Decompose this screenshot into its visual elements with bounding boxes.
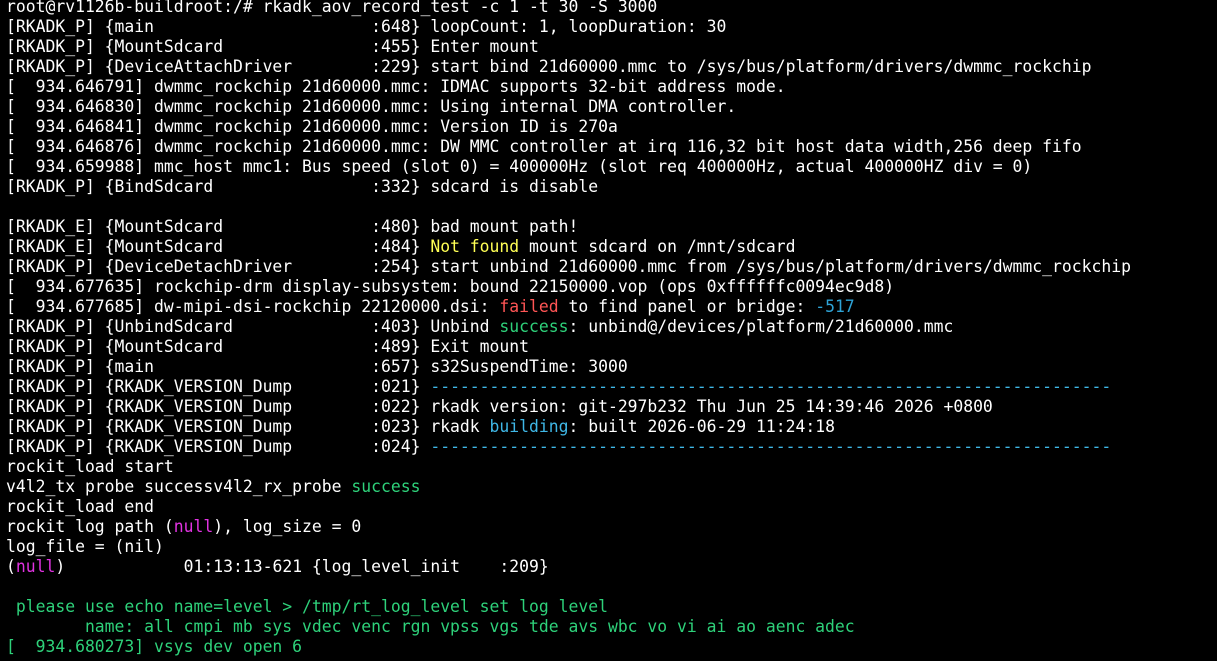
terminal-text-segment: ( <box>6 557 16 576</box>
terminal-text-segment: ----------------------------------------… <box>430 377 1112 396</box>
terminal-line: [ 934.646876] dwmmc_rockchip 21d60000.mm… <box>6 137 1217 157</box>
terminal-text-segment: [ 934.646791] dwmmc_rockchip 21d60000.mm… <box>6 77 786 96</box>
terminal-line: [ 934.659988] mmc_host mmc1: Bus speed (… <box>6 157 1217 177</box>
terminal-text-segment: root@rv1126b-buildroot:/# rkadk_aov_reco… <box>6 0 658 16</box>
terminal-text-segment: success <box>351 477 421 496</box>
terminal-text-segment: [RKADK_P] {RKADK_VERSION_Dump :023} rkad… <box>6 417 490 436</box>
terminal-line: name: all cmpi mb sys vdec venc rgn vpss… <box>6 617 1217 637</box>
terminal-line: rockit_load start <box>6 457 1217 477</box>
terminal-text-segment: [RKADK_E] {MountSdcard :480} bad mount p… <box>6 217 579 236</box>
terminal-text-segment: mount sdcard on /mnt/sdcard <box>519 237 796 256</box>
terminal-line: [ 934.677685] dw-mipi-dsi-rockchip 22120… <box>6 297 1217 317</box>
terminal-line: [RKADK_P] {RKADK_VERSION_Dump :023} rkad… <box>6 417 1217 437</box>
terminal-text-segment: [RKADK_P] {RKADK_VERSION_Dump :021} <box>6 377 431 396</box>
terminal-text-segment: please use echo name=level > /tmp/rt_log… <box>6 597 608 616</box>
terminal-text-segment: [RKADK_P] {RKADK_VERSION_Dump :024} <box>6 437 431 456</box>
terminal-line: [RKADK_E] {MountSdcard :480} bad mount p… <box>6 217 1217 237</box>
terminal-text-segment: v4l2_tx probe successv4l2_rx_probe <box>6 477 352 496</box>
terminal-text-segment: [ 934.680273] vsys dev open 6 <box>6 637 303 656</box>
terminal-line: log_file = (nil) <box>6 537 1217 557</box>
terminal-text-segment: ) 01:13:13-621 {log_level_init :209} <box>55 557 549 576</box>
terminal-text-segment: [ 934.646841] dwmmc_rockchip 21d60000.mm… <box>6 117 618 136</box>
terminal-text-segment: name: all cmpi mb sys vdec venc rgn vpss… <box>6 617 855 636</box>
terminal-text-segment: [ 934.646876] dwmmc_rockchip 21d60000.mm… <box>6 137 1082 156</box>
terminal-line: rockit log path (null), log_size = 0 <box>6 517 1217 537</box>
terminal-text-segment: [RKADK_E] {MountSdcard :484} <box>6 237 431 256</box>
terminal-text-segment: rockit log path ( <box>6 517 174 536</box>
terminal-text-segment: log_file = (nil) <box>6 537 164 556</box>
terminal-text-segment: null <box>15 557 56 576</box>
terminal-text-segment: [ 934.646830] dwmmc_rockchip 21d60000.mm… <box>6 97 737 116</box>
terminal-line: rockit_load end <box>6 497 1217 517</box>
terminal-line: root@rv1126b-buildroot:/# rkadk_aov_reco… <box>6 0 1217 17</box>
terminal-text-segment: [RKADK_P] {DeviceAttachDriver :229} star… <box>6 57 1092 76</box>
terminal-line: [RKADK_P] {RKADK_VERSION_Dump :024} ----… <box>6 437 1217 457</box>
terminal-text-segment: ), log_size = 0 <box>213 517 362 536</box>
terminal-text-segment: -517 <box>815 297 855 316</box>
terminal-text-segment: [RKADK_P] {UnbindSdcard :403} Unbind <box>6 317 500 336</box>
terminal-text-segment: [RKADK_P] {DeviceDetachDriver :254} star… <box>6 257 1131 276</box>
terminal-line: [RKADK_P] {MountSdcard :489} Exit mount <box>6 337 1217 357</box>
terminal-text-segment: [RKADK_P] {MountSdcard :489} Exit mount <box>6 337 530 356</box>
terminal-line: [RKADK_P] {main :648} loopCount: 1, loop… <box>6 17 1217 37</box>
terminal-line: please use echo name=level > /tmp/rt_log… <box>6 597 1217 617</box>
terminal-text-segment: ----------------------------------------… <box>430 437 1112 456</box>
terminal-text-segment: [RKADK_P] {MountSdcard :455} Enter mount <box>6 37 539 56</box>
terminal-text-segment: failed <box>499 297 559 316</box>
terminal-text-segment: Not found <box>430 237 520 256</box>
terminal-text-segment: rockit_load start <box>6 457 174 476</box>
terminal-text-segment: success <box>499 317 569 336</box>
terminal-text-segment: null <box>173 517 214 536</box>
terminal-line: [RKADK_P] {DeviceAttachDriver :229} star… <box>6 57 1217 77</box>
terminal-output[interactable]: root@rv1126b-buildroot:/# rkadk_aov_reco… <box>0 0 1217 661</box>
terminal-line: [RKADK_E] {MountSdcard :484} Not found m… <box>6 237 1217 257</box>
terminal-text-segment: [ 934.677635] rockchip-drm display-subsy… <box>6 277 895 296</box>
terminal-line: [RKADK_P] {BindSdcard :332} sdcard is di… <box>6 177 1217 197</box>
terminal-text-segment: [ 934.677685] dw-mipi-dsi-rockchip 22120… <box>6 297 500 316</box>
terminal-line: [ 934.677635] rockchip-drm display-subsy… <box>6 277 1217 297</box>
terminal-line: [RKADK_P] {MountSdcard :455} Enter mount <box>6 37 1217 57</box>
terminal-line: [ 934.646841] dwmmc_rockchip 21d60000.mm… <box>6 117 1217 137</box>
terminal-text-segment: : unbind@/devices/platform/21d60000.mmc <box>568 317 954 336</box>
terminal-text-segment: [RKADK_P] {BindSdcard :332} sdcard is di… <box>6 177 599 196</box>
terminal-text-segment: : built 2026-06-29 11:24:18 <box>568 417 835 436</box>
terminal-line: [RKADK_P] {RKADK_VERSION_Dump :021} ----… <box>6 377 1217 397</box>
terminal-line: (null) 01:13:13-621 {log_level_init :209… <box>6 557 1217 577</box>
terminal-line: [RKADK_P] {DeviceDetachDriver :254} star… <box>6 257 1217 277</box>
terminal-text-segment: building <box>489 417 569 436</box>
terminal-line: [RKADK_P] {main :657} s32SuspendTime: 30… <box>6 357 1217 377</box>
terminal-text-segment: rockit_load end <box>6 497 155 516</box>
terminal-text-segment: [ 934.659988] mmc_host mmc1: Bus speed (… <box>6 157 1033 176</box>
terminal-line: [ 934.680273] vsys dev open 6 <box>6 637 1217 657</box>
terminal-text-segment: [RKADK_P] {main :657} s32SuspendTime: 30… <box>6 357 628 376</box>
terminal-line: [RKADK_P] {RKADK_VERSION_Dump :022} rkad… <box>6 397 1217 417</box>
terminal-text-segment: to find panel or bridge: <box>558 297 816 316</box>
terminal-line: [ 934.646791] dwmmc_rockchip 21d60000.mm… <box>6 77 1217 97</box>
terminal-line: [RKADK_P] {UnbindSdcard :403} Unbind suc… <box>6 317 1217 337</box>
terminal-line: [ 934.646830] dwmmc_rockchip 21d60000.mm… <box>6 97 1217 117</box>
terminal-text-segment: [RKADK_P] {main :648} loopCount: 1, loop… <box>6 17 727 36</box>
terminal-line: v4l2_tx probe successv4l2_rx_probe succe… <box>6 477 1217 497</box>
terminal-text-segment: [RKADK_P] {RKADK_VERSION_Dump :022} rkad… <box>6 397 993 416</box>
